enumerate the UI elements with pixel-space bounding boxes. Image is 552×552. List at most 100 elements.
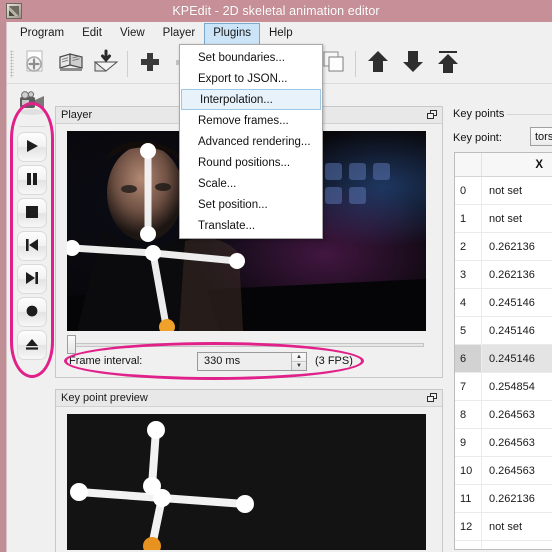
open-button[interactable] bbox=[54, 47, 87, 80]
menu-player[interactable]: Player bbox=[154, 23, 205, 44]
menuitem-set-boundaries[interactable]: Set boundaries... bbox=[180, 47, 322, 68]
menuitem-export-to-json[interactable]: Export to JSON... bbox=[180, 68, 322, 89]
frame-interval-stepper[interactable]: ▲ ▼ bbox=[291, 352, 306, 370]
stepper-down-icon[interactable]: ▼ bbox=[292, 362, 306, 370]
open-book-icon bbox=[58, 49, 84, 78]
header-x-cell: X bbox=[535, 158, 543, 171]
eject-button[interactable] bbox=[17, 330, 47, 360]
application-window: KPEdit - 2D skeletal animation editor Pr… bbox=[0, 0, 552, 552]
record-icon bbox=[24, 304, 40, 321]
play-icon bbox=[24, 139, 40, 156]
menu-view[interactable]: View bbox=[111, 23, 154, 44]
frame-interval-input[interactable]: 330 ms ▲ ▼ bbox=[197, 351, 307, 371]
arrow-up-top-icon bbox=[436, 49, 460, 78]
menuitem-scale[interactable]: Scale... bbox=[180, 173, 322, 194]
keypoint-preview-header: Key point preview bbox=[56, 390, 442, 407]
menuitem-interpolation[interactable]: Interpolation... bbox=[181, 89, 321, 110]
table-row[interactable]: 13 0.264563 bbox=[455, 541, 552, 550]
play-button[interactable] bbox=[17, 132, 47, 162]
capture-button[interactable] bbox=[16, 88, 48, 120]
toolbar-separator bbox=[355, 50, 356, 77]
player-timeline-track[interactable] bbox=[68, 343, 424, 347]
stepper-up-icon[interactable]: ▲ bbox=[292, 353, 306, 362]
table-row[interactable]: 4 0.245146 bbox=[455, 289, 552, 317]
table-row[interactable]: 7 0.254854 bbox=[455, 373, 552, 401]
row-x-value: 0.262136 bbox=[489, 492, 535, 505]
float-window-icon[interactable] bbox=[427, 392, 438, 404]
menuitem-remove-frames[interactable]: Remove frames... bbox=[180, 110, 322, 131]
row-index: 5 bbox=[455, 317, 482, 344]
record-button[interactable] bbox=[17, 297, 47, 327]
title-bar: KPEdit - 2D skeletal animation editor bbox=[0, 0, 552, 22]
move-down-button[interactable] bbox=[396, 47, 429, 80]
row-x-value: not set bbox=[489, 520, 523, 533]
menuitem-round-positions[interactable]: Round positions... bbox=[180, 152, 322, 173]
table-row[interactable]: 1 not set bbox=[455, 205, 552, 233]
row-index: 7 bbox=[455, 373, 482, 400]
keypoint-preview-canvas[interactable] bbox=[67, 414, 426, 550]
pause-icon bbox=[24, 172, 40, 189]
move-up-button[interactable] bbox=[361, 47, 394, 80]
menu-plugins[interactable]: Plugins bbox=[204, 22, 260, 44]
toolbar-separator bbox=[127, 50, 128, 77]
table-row[interactable]: 9 0.264563 bbox=[455, 429, 552, 457]
next-frame-button[interactable] bbox=[17, 264, 47, 294]
menuitem-advanced-rendering[interactable]: Advanced rendering... bbox=[180, 131, 322, 152]
row-x-value: not set bbox=[489, 212, 523, 225]
row-x-value: 0.264563 bbox=[489, 436, 535, 449]
toolbar-grip[interactable] bbox=[10, 49, 14, 78]
menu-bar: Program Edit View Player Plugins Help bbox=[7, 22, 552, 44]
menuitem-translate[interactable]: Translate... bbox=[180, 215, 322, 236]
pause-button[interactable] bbox=[17, 165, 47, 195]
float-window-icon[interactable] bbox=[427, 109, 438, 121]
window-title: KPEdit - 2D skeletal animation editor bbox=[172, 4, 380, 18]
table-row[interactable]: 12 not set bbox=[455, 513, 552, 541]
row-index: 8 bbox=[455, 401, 482, 428]
keypoints-table-header: X bbox=[455, 153, 552, 177]
menuitem-set-position[interactable]: Set position... bbox=[180, 194, 322, 215]
row-x-value: 0.264563 bbox=[482, 549, 552, 550]
add-plus-icon bbox=[139, 51, 161, 76]
row-index: 4 bbox=[455, 289, 482, 316]
table-row[interactable]: 8 0.264563 bbox=[455, 401, 552, 429]
row-index: 9 bbox=[455, 429, 482, 456]
camcorder-icon bbox=[17, 90, 47, 119]
player-control-toolbar bbox=[15, 85, 49, 377]
keypoint-preview-panel: Key point preview bbox=[55, 389, 443, 552]
table-row[interactable]: 10 0.264563 bbox=[455, 457, 552, 485]
keypoint-preview-title: Key point preview bbox=[61, 392, 148, 404]
table-row[interactable]: 5 0.245146 bbox=[455, 317, 552, 345]
keypoint-select[interactable]: torso bbox=[530, 127, 552, 146]
copy-pages-icon bbox=[321, 49, 347, 78]
stop-button[interactable] bbox=[17, 198, 47, 228]
plugins-dropdown-menu: Set boundaries... Export to JSON... Inte… bbox=[179, 44, 323, 239]
row-x-value: 0.264563 bbox=[489, 408, 535, 421]
keypoints-section-title: Key points bbox=[453, 108, 505, 120]
frame-interval-row: Frame interval: 330 ms ▲ ▼ (3 FPS) bbox=[69, 350, 359, 372]
row-x-value: 0.245146 bbox=[489, 324, 535, 337]
save-button[interactable] bbox=[89, 47, 122, 80]
header-index-cell bbox=[455, 153, 482, 176]
new-document-button[interactable] bbox=[19, 47, 52, 80]
table-row[interactable]: 0 not set bbox=[455, 177, 552, 205]
table-row[interactable]: 3 0.262136 bbox=[455, 261, 552, 289]
keypoints-table[interactable]: X 0 not set 1 not set 2 0.262136 3 0.262… bbox=[454, 152, 552, 550]
keypoints-title-rule bbox=[507, 114, 552, 115]
previous-frame-button[interactable] bbox=[17, 231, 47, 261]
table-row[interactable]: 11 0.262136 bbox=[455, 485, 552, 513]
menu-help[interactable]: Help bbox=[260, 23, 302, 44]
window-body: Program Edit View Player Plugins Help Pl… bbox=[6, 22, 552, 552]
row-x-value: 0.245146 bbox=[489, 296, 535, 309]
eject-icon bbox=[24, 337, 40, 354]
table-row[interactable]: 2 0.262136 bbox=[455, 233, 552, 261]
move-to-top-button[interactable] bbox=[431, 47, 464, 80]
add-button[interactable] bbox=[133, 47, 166, 80]
row-index: 3 bbox=[455, 261, 482, 288]
row-index: 11 bbox=[455, 485, 482, 512]
stop-icon bbox=[24, 205, 40, 222]
menu-edit[interactable]: Edit bbox=[73, 23, 111, 44]
arrow-down-icon bbox=[401, 49, 425, 78]
row-x-value: 0.264563 bbox=[489, 464, 535, 477]
menu-program[interactable]: Program bbox=[11, 23, 73, 44]
table-row-selected[interactable]: 6 0.245146 bbox=[455, 345, 552, 373]
